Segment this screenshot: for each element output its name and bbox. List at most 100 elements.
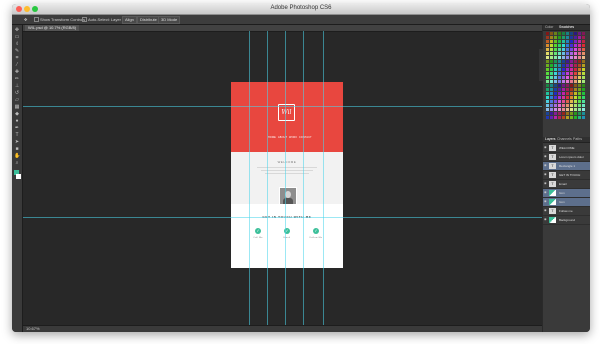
color-swatch[interactable]: [566, 32, 569, 35]
color-swatch[interactable]: [550, 92, 553, 95]
color-swatch[interactable]: [566, 52, 569, 55]
color-swatch[interactable]: [578, 96, 581, 99]
color-swatch[interactable]: [570, 80, 573, 83]
path-select-tool-icon[interactable]: ➤: [14, 140, 20, 145]
3d-mode-button[interactable]: 3D Mode: [158, 16, 181, 24]
color-swatch[interactable]: [574, 36, 577, 39]
color-swatch[interactable]: [574, 96, 577, 99]
color-swatch[interactable]: [546, 60, 549, 63]
dodge-tool-icon[interactable]: ●: [14, 119, 20, 124]
color-swatch[interactable]: [558, 100, 561, 103]
color-swatch[interactable]: [546, 44, 549, 47]
color-swatch[interactable]: [574, 108, 577, 111]
color-swatch[interactable]: [582, 44, 585, 47]
quick-select-tool-icon[interactable]: ✎: [14, 49, 20, 54]
color-swatch[interactable]: [554, 56, 557, 59]
color-swatch[interactable]: [558, 60, 561, 63]
brush-tool-icon[interactable]: ✏: [14, 77, 20, 82]
color-swatch[interactable]: [550, 60, 553, 63]
color-swatch[interactable]: [570, 36, 573, 39]
color-swatch[interactable]: [562, 112, 565, 115]
horizontal-guide[interactable]: [23, 217, 542, 218]
color-swatch[interactable]: [562, 64, 565, 67]
color-swatch[interactable]: [574, 104, 577, 107]
color-swatch[interactable]: [558, 44, 561, 47]
color-swatch[interactable]: [554, 64, 557, 67]
color-swatch[interactable]: [574, 80, 577, 83]
color-swatch[interactable]: [570, 64, 573, 67]
tab-color[interactable]: Color: [545, 25, 553, 30]
color-swatch[interactable]: [546, 116, 549, 119]
color-swatch[interactable]: [582, 52, 585, 55]
healing-tool-icon[interactable]: ✚: [14, 70, 20, 75]
color-swatch[interactable]: [570, 48, 573, 51]
color-swatch[interactable]: [574, 60, 577, 63]
color-swatch[interactable]: [562, 76, 565, 79]
color-swatch[interactable]: [578, 60, 581, 63]
vertical-guide[interactable]: [267, 31, 268, 325]
color-swatch[interactable]: [550, 76, 553, 79]
color-swatch[interactable]: [578, 76, 581, 79]
color-swatch[interactable]: [546, 36, 549, 39]
vertical-guide[interactable]: [285, 31, 286, 325]
color-swatch[interactable]: [578, 44, 581, 47]
color-swatch[interactable]: [566, 80, 569, 83]
color-swatch[interactable]: [554, 112, 557, 115]
color-swatch[interactable]: [546, 48, 549, 51]
color-swatch[interactable]: [574, 72, 577, 75]
color-swatch[interactable]: [562, 60, 565, 63]
color-swatch[interactable]: [562, 56, 565, 59]
color-swatch[interactable]: [582, 60, 585, 63]
color-swatch[interactable]: [578, 64, 581, 67]
color-swatch[interactable]: [582, 36, 585, 39]
color-swatch[interactable]: [562, 80, 565, 83]
layer-row[interactable]: ◉ T Follow me: [543, 207, 590, 216]
eraser-tool-icon[interactable]: ▱: [14, 98, 20, 103]
color-swatch[interactable]: [550, 64, 553, 67]
color-swatch[interactable]: [546, 68, 549, 71]
color-swatch[interactable]: [578, 84, 581, 87]
document-tab[interactable]: WIL.psd @ 10.7% (RGB/8): [25, 25, 80, 31]
lasso-tool-icon[interactable]: ℓ: [14, 42, 20, 47]
color-swatch[interactable]: [570, 68, 573, 71]
color-swatch[interactable]: [558, 96, 561, 99]
color-swatch[interactable]: [570, 76, 573, 79]
color-swatch[interactable]: [558, 84, 561, 87]
color-swatch[interactable]: [578, 92, 581, 95]
color-swatch[interactable]: [578, 40, 581, 43]
tab-channels[interactable]: Channels: [557, 137, 572, 142]
color-swatch[interactable]: [570, 108, 573, 111]
color-swatch[interactable]: [574, 52, 577, 55]
color-swatch[interactable]: [550, 32, 553, 35]
color-swatch[interactable]: [578, 48, 581, 51]
color-swatch[interactable]: [562, 36, 565, 39]
visibility-eye-icon[interactable]: ◉: [544, 146, 547, 149]
color-swatch[interactable]: [546, 76, 549, 79]
color-swatch[interactable]: [578, 68, 581, 71]
history-brush-tool-icon[interactable]: ↺: [14, 91, 20, 96]
color-swatch[interactable]: [546, 64, 549, 67]
color-swatch[interactable]: [578, 100, 581, 103]
color-swatch[interactable]: [558, 112, 561, 115]
color-swatch[interactable]: [562, 96, 565, 99]
color-swatch[interactable]: [546, 80, 549, 83]
tab-swatches[interactable]: Swatches: [559, 25, 574, 30]
color-swatch[interactable]: [546, 100, 549, 103]
color-swatch[interactable]: [562, 88, 565, 91]
color-swatch[interactable]: [562, 72, 565, 75]
color-swatch[interactable]: [554, 76, 557, 79]
color-swatch[interactable]: [558, 76, 561, 79]
color-swatch[interactable]: [554, 40, 557, 43]
layer-row[interactable]: ◉ Icon: [543, 198, 590, 207]
swatches-grid[interactable]: [546, 32, 586, 120]
color-swatch[interactable]: [582, 72, 585, 75]
color-swatch[interactable]: [554, 48, 557, 51]
color-swatch[interactable]: [582, 84, 585, 87]
layer-row[interactable]: ◉ T Rectangle 1: [543, 162, 590, 171]
visibility-eye-icon[interactable]: ◉: [544, 200, 547, 203]
option-auto-select[interactable]: Auto-Select: Layer: [82, 17, 121, 23]
color-swatch[interactable]: [578, 72, 581, 75]
layer-row[interactable]: ◉ T Email: [543, 180, 590, 189]
color-swatch[interactable]: [558, 92, 561, 95]
color-swatch[interactable]: [578, 56, 581, 59]
